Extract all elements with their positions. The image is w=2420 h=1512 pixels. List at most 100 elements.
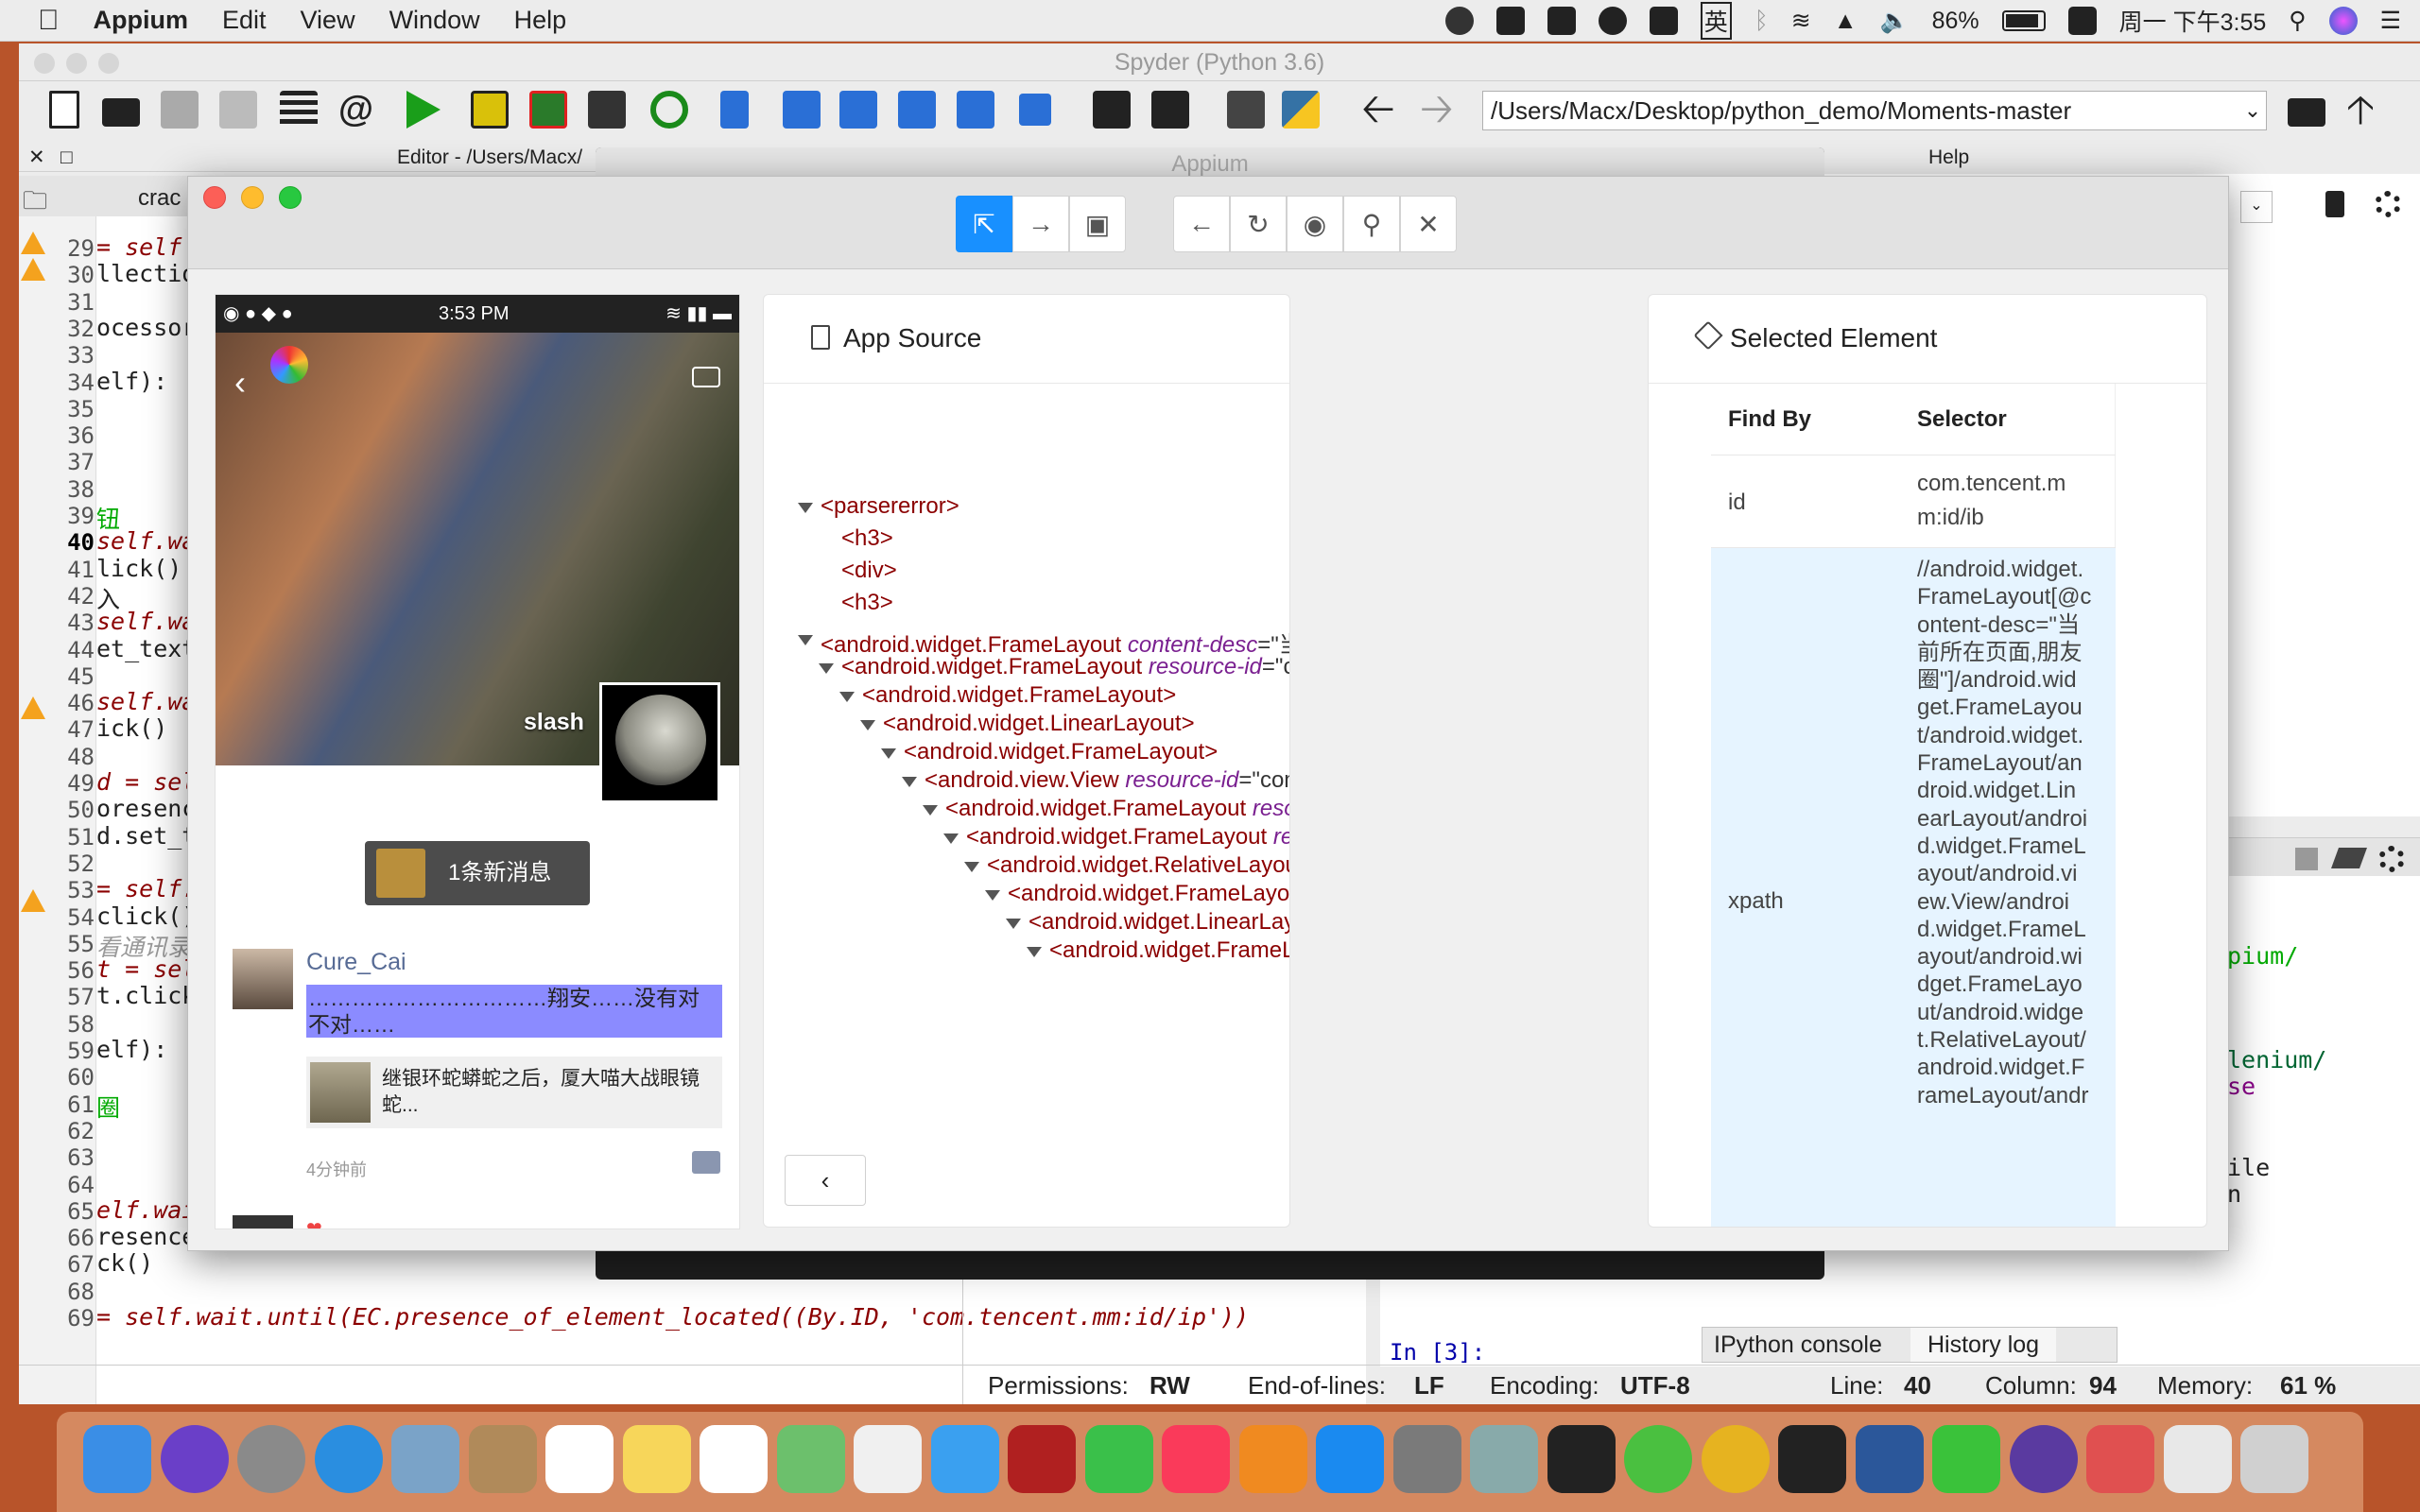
vpn-app-icon[interactable] <box>2009 1425 2078 1493</box>
tree-expand-arrow-icon[interactable] <box>839 692 855 702</box>
tree-node[interactable]: <android.view.View resource-id="com.tenc… <box>925 767 1289 794</box>
photos-icon[interactable] <box>854 1425 922 1493</box>
shared-link-card[interactable]: 继银环蛇蟒蛇之后，厦大喵大战眼镜蛇... <box>306 1057 722 1128</box>
comment-icon[interactable] <box>692 1151 720 1174</box>
wifi-icon[interactable]: ≋ <box>1791 7 1811 35</box>
tree-node[interactable]: <android.widget.FrameLay <box>1049 937 1289 964</box>
preferences-wrench-icon[interactable] <box>1227 91 1265 129</box>
debug-icon[interactable] <box>720 91 749 129</box>
face-tray-icon[interactable] <box>1598 7 1627 35</box>
parent-directory-icon[interactable]: 🡡 <box>2346 90 2384 129</box>
airplay-icon[interactable]: ▲ <box>1834 8 1858 35</box>
maximize-pane-icon[interactable] <box>1093 91 1131 129</box>
spotlight-search-icon[interactable]: ⚲ <box>2289 7 2306 35</box>
back-button[interactable]: ← <box>1173 196 1230 252</box>
rerun-icon[interactable] <box>650 91 688 129</box>
system-preferences-icon[interactable] <box>1392 1425 1461 1493</box>
launchpad-icon[interactable] <box>237 1425 305 1493</box>
tap-coordinates-button[interactable]: ▣ <box>1069 196 1126 252</box>
step-into-icon[interactable] <box>839 91 877 129</box>
tab-ipython-console[interactable]: IPython console <box>1714 1328 1882 1362</box>
console-prompt[interactable]: In [3]: <box>1390 1339 1485 1366</box>
messages-icon[interactable] <box>930 1425 999 1493</box>
menubar-clock[interactable]: 周一 下午3:55 <box>2119 4 2267 38</box>
refresh-button[interactable]: ↻ <box>1230 196 1287 252</box>
device-screenshot[interactable]: ◉ ● ◆ ● 3:53 PM ≋ ▮▮ ▬ ‹ slash 1条新消息 Cur… <box>215 294 740 1229</box>
tree-expand-arrow-icon[interactable] <box>985 890 1000 901</box>
python-path-icon[interactable] <box>1282 91 1320 129</box>
battery-icon[interactable] <box>2001 10 2046 31</box>
tree-node[interactable]: <h3> <box>841 590 893 616</box>
new-file-icon[interactable] <box>49 91 79 129</box>
mic-tray-icon[interactable] <box>1649 7 1678 35</box>
search-elements-button[interactable]: ⚲ <box>1343 196 1400 252</box>
editor-close-icon[interactable]: ✕ <box>28 144 45 172</box>
forward-arrow-icon[interactable]: 🡢 <box>1420 89 1458 130</box>
chrome-icon[interactable] <box>1701 1425 1770 1493</box>
safari-icon[interactable] <box>314 1425 383 1493</box>
volume-icon[interactable]: 🔈 <box>1879 8 1909 35</box>
menu-edit[interactable]: Edit <box>222 6 267 35</box>
directory-dropdown-icon[interactable]: ⌄ <box>2238 91 2267 130</box>
tree-expand-arrow-icon[interactable] <box>798 503 813 513</box>
tree-node[interactable]: <android.widget.RelativeLayout resource-… <box>987 852 1289 879</box>
quit-session-button[interactable]: ✕ <box>1400 196 1457 252</box>
open-file-icon[interactable] <box>102 98 140 127</box>
tree-node[interactable]: <div> <box>841 558 897 584</box>
notes-icon[interactable] <box>622 1425 691 1493</box>
tree-expand-arrow-icon[interactable] <box>943 833 959 844</box>
table-row-xpath[interactable]: xpath //android.widget. FrameLayout[@c ont… <box>1711 548 2116 1227</box>
console-stop-icon[interactable] <box>2295 848 2318 870</box>
outline-icon[interactable] <box>280 91 318 129</box>
swipe-button[interactable]: → <box>1012 196 1069 252</box>
camera-icon[interactable] <box>692 367 720 387</box>
close-window-dot[interactable] <box>203 186 226 209</box>
run-icon[interactable] <box>406 91 441 129</box>
tree-node[interactable]: <android.widget.LinearLayout> <box>883 711 1195 737</box>
back-arrow-icon[interactable]: 🡠 <box>1361 89 1399 130</box>
wechat-tray-icon[interactable] <box>1444 7 1474 35</box>
help-source-dropdown[interactable]: ⌄ <box>2240 191 2273 223</box>
app-store-icon[interactable] <box>1316 1425 1384 1493</box>
spyder-max-dot[interactable] <box>98 53 119 74</box>
tree-node[interactable]: <android.widget.FrameLayout resource-id=… <box>966 824 1289 850</box>
minimize-window-dot[interactable] <box>241 186 264 209</box>
save-all-icon[interactable] <box>219 91 257 129</box>
stop-debug-icon[interactable] <box>1019 94 1051 126</box>
spider-app-icon[interactable] <box>2086 1425 2154 1493</box>
s-app-tray-icon[interactable] <box>2067 7 2097 35</box>
back-chevron-icon[interactable]: ‹ <box>234 363 246 403</box>
bluetooth-icon[interactable]: ᛒ <box>1754 8 1769 35</box>
tree-node[interactable]: <android.widget.LinearLayout resour <box>1028 909 1289 936</box>
preview-icon[interactable] <box>391 1425 459 1493</box>
profile-avatar-moon[interactable] <box>599 682 720 803</box>
trash-icon[interactable] <box>2240 1425 2308 1493</box>
tree-expand-arrow-icon[interactable] <box>1027 947 1042 957</box>
reminders-icon[interactable] <box>700 1425 768 1493</box>
tree-scroll-left-button[interactable]: ‹ <box>785 1155 866 1206</box>
console-gear-icon[interactable] <box>2378 846 2405 872</box>
run-cell-icon[interactable] <box>471 91 509 129</box>
menu-window[interactable]: Window <box>389 6 480 35</box>
tree-node[interactable]: <h3> <box>841 525 893 552</box>
source-tree[interactable]: <parsererror> <h3> <div> <h3> <android.widge… <box>764 384 1289 1227</box>
selector-value[interactable]: //android.widget. FrameLayout[@c ontent-de… <box>1917 556 2091 1109</box>
tree-expand-arrow-icon[interactable] <box>964 862 979 872</box>
editor-tab[interactable]: crac <box>138 185 181 212</box>
selector-value[interactable]: com.tencent.m m:id/ib <box>1917 467 2066 535</box>
menu-view[interactable]: View <box>301 6 355 35</box>
menu-app-name[interactable]: Appium <box>94 6 189 35</box>
working-directory-input[interactable]: /Users/Macx/Desktop/python_demo/Moments-… <box>1482 91 2267 130</box>
table-row[interactable]: id com.tencent.m m:id/ib <box>1711 455 2116 548</box>
terminal-icon[interactable] <box>1547 1425 1616 1493</box>
step-icon[interactable] <box>783 91 821 129</box>
maps-icon[interactable] <box>776 1425 845 1493</box>
music-icon[interactable] <box>1162 1425 1230 1493</box>
tab-history-log[interactable]: History log <box>1910 1328 2057 1362</box>
siri-icon[interactable] <box>2328 7 2358 35</box>
spyder-min-dot[interactable] <box>66 53 87 74</box>
qq-tray-icon[interactable] <box>1495 7 1525 35</box>
post-avatar[interactable] <box>233 949 293 1009</box>
lock-icon[interactable] <box>2325 191 2344 217</box>
run-selection-icon[interactable] <box>588 91 626 129</box>
